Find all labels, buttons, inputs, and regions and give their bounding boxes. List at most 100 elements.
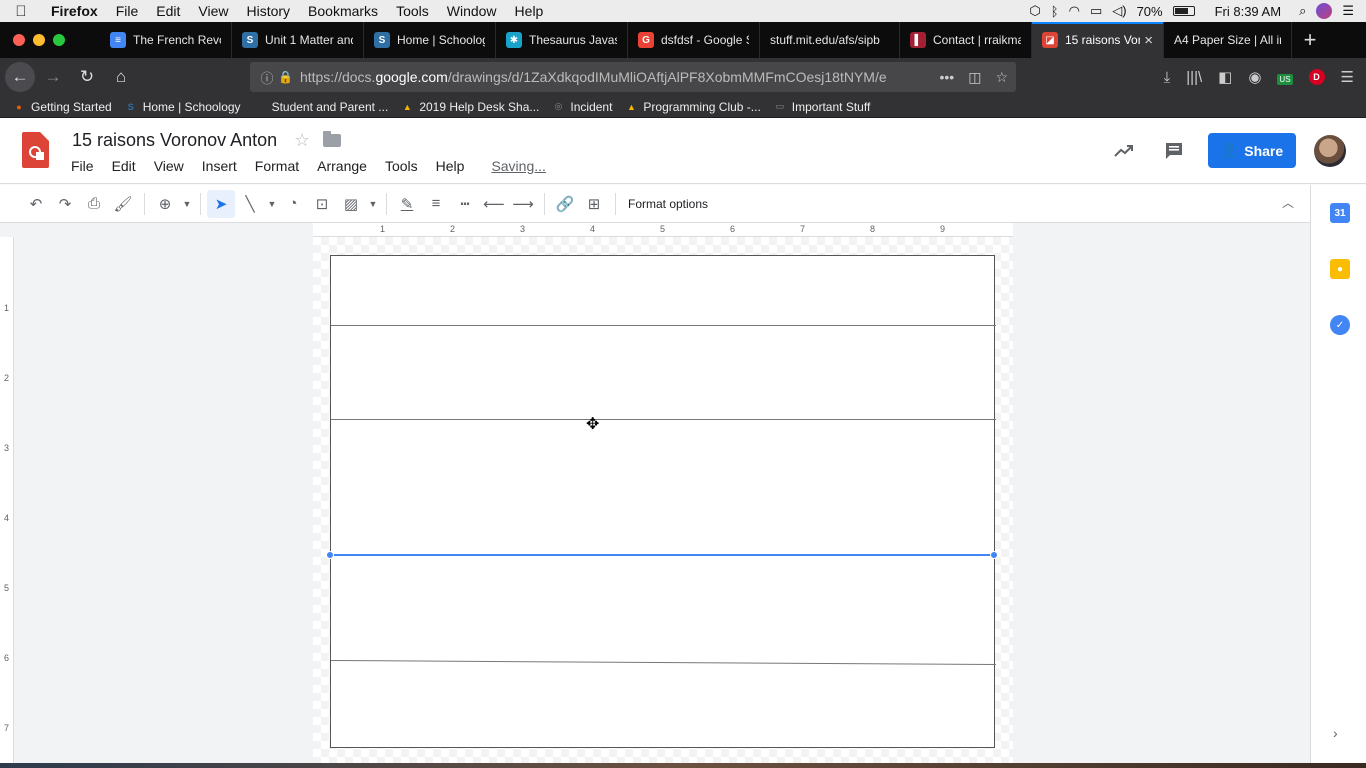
border-weight-icon[interactable]: ≡ [422,190,450,218]
url-text[interactable]: https://docs.google.com/drawings/d/1ZaXd… [300,69,928,85]
extension-d-icon[interactable]: D [1308,69,1325,85]
bookmark-item[interactable]: ▲ Programming Club -... [624,100,761,114]
new-tab-button[interactable]: + [1292,27,1328,53]
battery-icon[interactable] [1172,6,1195,16]
menu-file[interactable]: File [107,3,148,19]
share-button[interactable]: 👤 Share [1208,133,1296,168]
drawing-canvas-area[interactable]: 1 2 3 4 5 6 7 8 9 1 2 3 4 5 6 7 [0,223,1310,768]
drawing-page[interactable] [313,237,1013,768]
zoom-window-button[interactable] [53,34,65,46]
menu-bookmarks[interactable]: Bookmarks [299,3,387,19]
browser-tab[interactable]: A4 Paper Size | All inf [1164,22,1292,58]
bookmark-item[interactable]: ◎ Incident [551,100,612,114]
browser-tab[interactable]: ≡ The French Revo [100,22,232,58]
airplay-icon[interactable]: ▭ [1090,3,1102,19]
bookmark-item[interactable]: ▭ Important Stuff [773,100,871,114]
vertical-ruler[interactable]: 1 2 3 4 5 6 7 [0,237,14,768]
app-menu-format[interactable]: Format [246,158,308,174]
redo-icon[interactable]: ↷ [51,190,79,218]
browser-tab[interactable]: stuff.mit.edu/afs/sipb [760,22,900,58]
menu-view[interactable]: View [189,3,237,19]
forward-button[interactable]: → [37,61,69,93]
app-menu-help[interactable]: Help [427,158,474,174]
menu-window[interactable]: Window [438,3,506,19]
browser-tab[interactable]: ◪ 15 raisons Vor × [1032,22,1164,58]
add-comment-icon[interactable]: ⊞ [580,190,608,218]
app-menu-insert[interactable]: Insert [193,158,246,174]
image-icon[interactable]: ▨ [337,190,365,218]
horizontal-line-2[interactable] [331,419,996,420]
expand-panel-icon[interactable]: › [1333,725,1338,741]
line-start-handle[interactable] [326,551,334,559]
app-menu-file[interactable]: File [62,158,103,174]
shape-icon[interactable]: ◔ [279,190,307,218]
textbox-icon[interactable]: ⊡ [308,190,336,218]
downloads-icon[interactable]: ⤓ [1164,69,1171,86]
reload-button[interactable]: ↻ [71,61,103,93]
image-dropdown-icon[interactable]: ▼ [366,199,380,209]
link-icon[interactable]: 🔗 [551,190,579,218]
clock[interactable]: Fri 8:39 AM [1215,4,1281,19]
account-icon[interactable]: ◉ [1248,68,1261,86]
wifi-icon[interactable]: ◠ [1069,3,1080,19]
undo-icon[interactable]: ↶ [22,190,50,218]
app-menu-tools[interactable]: Tools [376,158,427,174]
saving-status[interactable]: Saving... [482,158,554,174]
line-icon[interactable]: ╲ [236,190,264,218]
siri-icon[interactable] [1316,3,1333,19]
browser-tab[interactable]: S Home | Schoolog [364,22,496,58]
apple-icon[interactable]:  [0,3,42,20]
volume-icon[interactable]: ◁) [1112,3,1126,19]
page-actions-icon[interactable]: ••• [939,69,954,86]
star-icon[interactable]: ☆ [294,130,310,151]
line-start-icon[interactable]: ⟵ [480,190,508,218]
close-window-button[interactable] [13,34,25,46]
activity-trend-icon[interactable] [1108,135,1140,167]
menu-history[interactable]: History [237,3,299,19]
line-end-handle[interactable] [990,551,998,559]
pocket-icon[interactable]: ◫ [968,69,981,86]
browser-tab[interactable]: ▌ Contact | rraikma [900,22,1032,58]
print-icon[interactable]: ⎙ [80,190,108,218]
selected-line[interactable] [330,554,995,556]
zoom-icon[interactable]: ⊕ [151,190,179,218]
bookmark-item[interactable]: ● Getting Started [12,100,111,114]
app-menu-arrange[interactable]: Arrange [308,158,376,174]
browser-tab[interactable]: S Unit 1 Matter and [232,22,364,58]
app-menu-view[interactable]: View [145,158,193,174]
zoom-dropdown-icon[interactable]: ▼ [180,199,194,209]
horizontal-line-4[interactable] [330,660,996,666]
format-options-button[interactable]: Format options [628,197,708,211]
browser-tab[interactable]: ✱ Thesaurus Javas [496,22,628,58]
library-icon[interactable]: |||\ [1186,69,1202,86]
menu-app-name[interactable]: Firefox [42,3,107,19]
back-button[interactable]: ← [5,62,35,92]
bluetooth-icon[interactable]: ᛒ [1051,4,1059,19]
keep-icon[interactable]: ● [1330,259,1350,279]
browser-tab[interactable]: Gdsfdsf - Google S [628,22,760,58]
border-color-icon[interactable]: ✎ [393,190,421,218]
spotlight-icon[interactable]: ⌕ [1299,3,1306,19]
site-info-icon[interactable]: ⓘ [256,68,278,87]
tasks-icon[interactable]: ✓ [1330,315,1350,335]
home-button[interactable]: ⌂ [105,61,137,93]
bookmark-star-icon[interactable]: ☆ [995,69,1008,86]
line-dropdown-icon[interactable]: ▼ [265,199,279,209]
address-bar[interactable]: ⓘ 🔒 https://docs.google.com/drawings/d/1… [250,62,1016,92]
notification-center-icon[interactable]: ☰ [1342,3,1354,19]
comments-icon[interactable] [1158,135,1190,167]
bookmark-item[interactable]: ▲ 2019 Help Desk Sha... [400,100,540,114]
calendar-icon[interactable]: 31 [1330,203,1350,223]
sidebar-icon[interactable]: ◧ [1218,68,1232,86]
line-end-icon[interactable]: ⟶ [509,190,537,218]
horizontal-ruler[interactable]: 1 2 3 4 5 6 7 8 9 [313,223,1013,237]
collapse-toolbar-icon[interactable]: ︿ [1282,194,1294,211]
paint-format-icon[interactable]: 🖌 [109,190,137,218]
dropbox-icon[interactable]: ⬡ [1029,3,1040,19]
document-title[interactable]: 15 raisons Voronov Anton [72,130,277,151]
bookmark-item[interactable]: S Home | Schoology [124,100,241,114]
google-drawings-logo[interactable] [22,132,49,168]
move-to-folder-icon[interactable] [323,131,341,147]
minimize-window-button[interactable] [33,34,45,46]
menu-tools[interactable]: Tools [387,3,438,19]
